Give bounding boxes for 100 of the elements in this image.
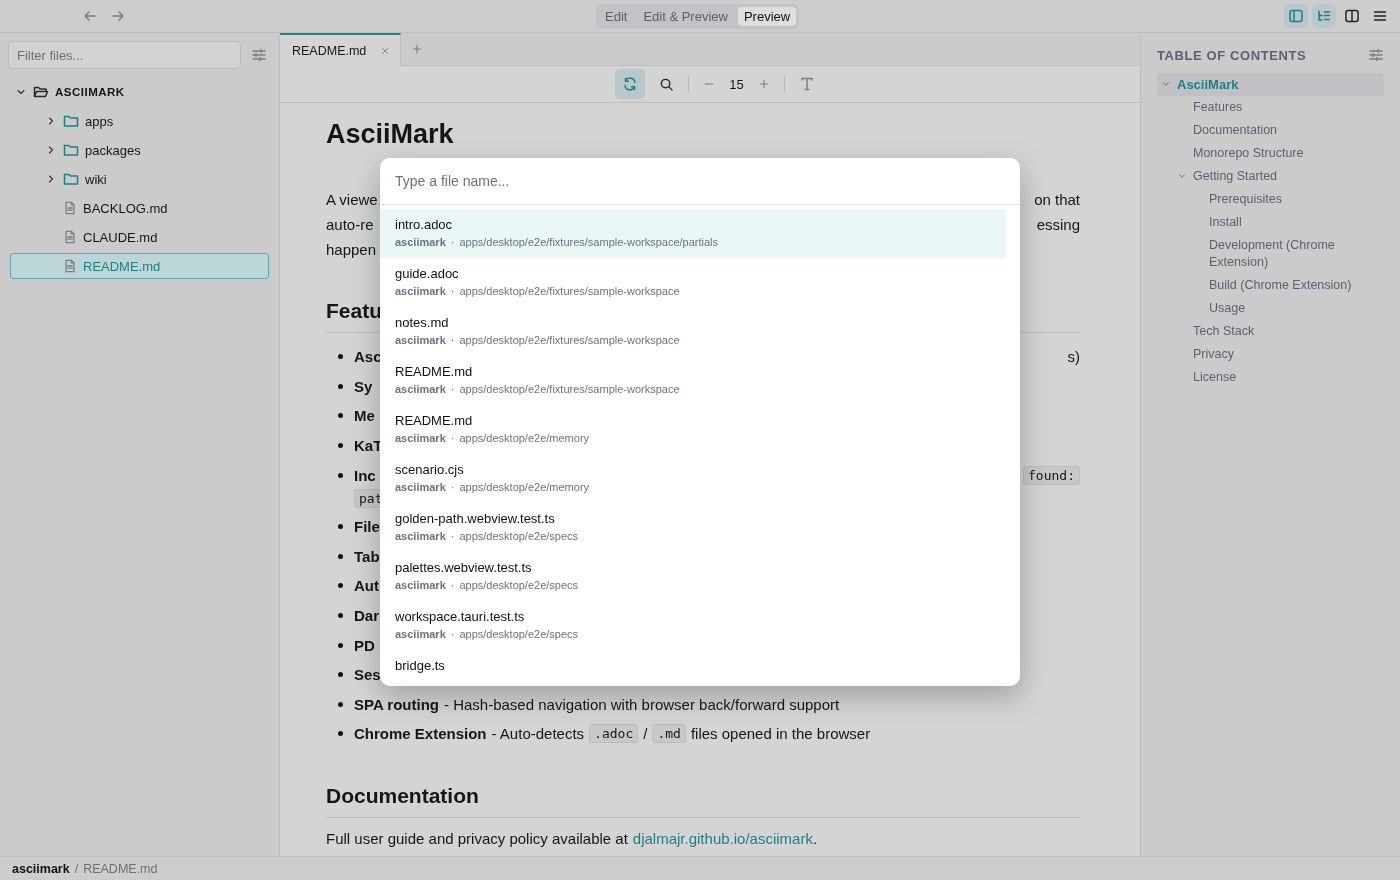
inline-code: .md <box>652 724 686 744</box>
outline-item[interactable]: Prerequisites <box>1157 188 1384 211</box>
list-item-text: Chrome Extension <box>354 725 487 743</box>
outline-item[interactable]: Documentation <box>1157 119 1384 142</box>
close-icon[interactable] <box>380 45 391 56</box>
outline-item[interactable]: Usage <box>1157 297 1384 320</box>
text-style-icon[interactable] <box>798 76 815 92</box>
folder-icon <box>33 84 49 100</box>
file-result[interactable]: README.md asciimark · apps/desktop/e2e/memory <box>380 405 1006 454</box>
file-tree-item[interactable]: wiki <box>10 166 269 192</box>
plus-icon[interactable] <box>411 43 424 55</box>
bullet-icon <box>338 553 343 559</box>
file-result[interactable]: intro.adoc asciimark · apps/desktop/e2e/fixtures/sample-workspace/partials <box>380 209 1006 258</box>
list-item-text: - Auto-detects <box>491 725 585 743</box>
sync-button[interactable] <box>615 69 646 99</box>
plus-icon[interactable] <box>757 78 770 90</box>
separator-dot: · <box>450 382 455 397</box>
file-tree-item[interactable]: apps <box>10 108 269 134</box>
file-name: README.md <box>395 412 474 429</box>
bullet-icon <box>338 354 343 360</box>
list-item-text: / <box>643 725 648 743</box>
inline-code: .adoc <box>589 724 639 744</box>
separator-dot: · <box>450 284 455 299</box>
repo-name: asciimark <box>395 431 446 446</box>
file-tree-item[interactable]: CLAUDE.md <box>10 224 269 250</box>
filter-field[interactable]: Filter files... <box>8 41 241 69</box>
document-icon <box>63 230 77 244</box>
view-mode-tab[interactable]: Edit <box>599 7 634 26</box>
back-arrow-icon[interactable] <box>82 8 98 24</box>
file-name: workspace.tauri.test.ts <box>395 608 526 625</box>
file-name: palettes.webview.test.ts <box>395 559 533 576</box>
file-path: apps/desktop/e2e/specs <box>459 627 579 642</box>
view-mode-tab[interactable]: Edit & Preview <box>637 7 734 26</box>
font-size-value: 15 <box>729 76 744 92</box>
file-path: apps/desktop/e2e/fixtures/sample-workspace <box>459 382 680 397</box>
file-path: apps/desktop/e2e/fixtures/sample-workspace <box>459 333 680 348</box>
file-name: intro.adoc <box>395 216 454 233</box>
file-search-field[interactable]: Type a file name... <box>380 158 1020 205</box>
separator-dot: · <box>450 431 455 446</box>
bullet-icon <box>338 413 343 419</box>
bullet-icon <box>338 642 343 648</box>
outline-settings-icon[interactable] <box>1368 47 1384 63</box>
bullet-icon <box>338 383 343 389</box>
file-name: notes.md <box>395 314 450 331</box>
outline-toggle-button[interactable] <box>1312 4 1336 28</box>
tree-root-item[interactable]: ASCIIMARK <box>6 79 269 105</box>
bullet-icon <box>338 524 343 530</box>
paragraph-text: Full user guide and privacy policy available at <box>326 829 628 847</box>
outline-item[interactable]: Monorepo Structure <box>1157 142 1384 165</box>
search-icon[interactable] <box>659 76 675 92</box>
filter-settings-icon[interactable] <box>251 47 267 63</box>
outline-item[interactable]: Features <box>1157 96 1384 119</box>
file-result[interactable]: workspace.tauri.test.ts asciimark · apps/desktop/e2e/specs <box>380 601 1006 650</box>
outline-item[interactable]: Privacy <box>1157 343 1384 366</box>
bullet-icon <box>338 672 343 678</box>
file-path: apps/desktop/e2e/specs <box>459 578 579 593</box>
separator-dot: · <box>450 333 455 348</box>
file-result[interactable]: bridge.ts <box>380 650 1006 686</box>
bullet-icon <box>338 731 343 737</box>
outline-item[interactable]: Tech Stack <box>1157 320 1384 343</box>
file-tree-item[interactable]: packages <box>10 137 269 163</box>
view-mode-tab[interactable]: Preview <box>737 7 797 26</box>
file-result[interactable]: README.md asciimark · apps/desktop/e2e/fixtures/sample-workspace <box>380 356 1006 405</box>
list-item-text: Me <box>354 407 375 425</box>
editor-tab[interactable]: README.md <box>280 33 402 66</box>
file-name: bridge.ts <box>395 657 446 674</box>
file-tree-item[interactable]: BACKLOG.md <box>10 195 269 221</box>
list-item-text: File <box>354 518 380 536</box>
outline-item[interactable]: Getting Started <box>1157 165 1384 188</box>
outline-item[interactable]: Build (Chrome Extension) <box>1157 274 1384 297</box>
file-result[interactable]: palettes.webview.test.ts asciimark · apps/desktop/e2e/specs <box>380 552 1006 601</box>
outline-item[interactable]: License <box>1157 366 1384 389</box>
sidebar-toggle-icon <box>1288 8 1304 24</box>
separator-dot: · <box>450 235 455 250</box>
list-item-text: Inc <box>354 466 376 484</box>
breadcrumb-item[interactable]: asciimark <box>12 861 70 876</box>
section-heading: Documentation <box>326 782 1080 818</box>
folder-icon <box>63 142 79 158</box>
list-item-text: Sy <box>354 377 373 395</box>
separator-dot: · <box>450 480 455 495</box>
file-name: guide.adoc <box>395 265 460 282</box>
outline-item[interactable]: Install <box>1157 211 1384 234</box>
file-name: README.md <box>395 363 474 380</box>
list-item-text: SPA routing <box>354 695 439 713</box>
forward-arrow-icon[interactable] <box>110 8 126 24</box>
repo-name: asciimark <box>395 529 446 544</box>
bullet-icon <box>338 472 343 478</box>
inline-code: found: <box>1023 465 1080 485</box>
repo-name: asciimark <box>395 382 446 397</box>
outline-item[interactable]: Development (Chrome Extension) <box>1157 234 1384 274</box>
repo-name: asciimark <box>395 578 446 593</box>
file-name: scenario.cjs <box>395 461 465 478</box>
breadcrumb-separator: / <box>74 861 79 876</box>
sidebar-toggle-button[interactable] <box>1284 4 1308 28</box>
file-path: apps/desktop/e2e/fixtures/sample-workspace/partials <box>459 235 719 250</box>
bullet-icon <box>338 701 343 707</box>
paragraph-text: happen <box>326 241 377 258</box>
file-path: apps/desktop/e2e/memory <box>459 480 590 495</box>
paragraph-text: on that <box>1034 191 1080 208</box>
document-title: AsciiMark <box>326 118 455 151</box>
